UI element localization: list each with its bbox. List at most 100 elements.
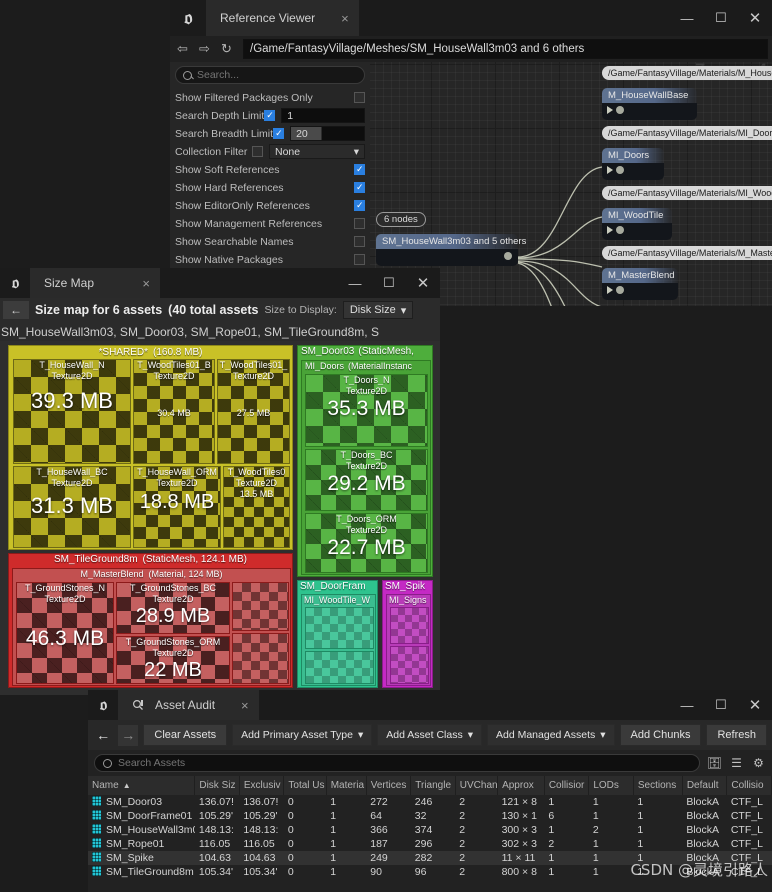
- add-asset-class-dropdown[interactable]: Add Asset Class ▾: [377, 724, 482, 746]
- checkbox-show-native-packages[interactable]: [354, 254, 365, 265]
- minimize-button[interactable]: —: [670, 0, 704, 36]
- treemap-item[interactable]: T_Doors_N Texture2D 35.3 MB: [305, 374, 428, 447]
- checkbox-show-hard-references[interactable]: [354, 181, 365, 193]
- option-show-management-references[interactable]: Show Management References: [175, 215, 365, 232]
- checkbox-collection-filter[interactable]: [252, 146, 263, 157]
- option-collection-filter[interactable]: Collection Filter None ▾: [175, 143, 365, 160]
- option-show-hard-references[interactable]: Show Hard References: [175, 179, 365, 196]
- column-header-uvchannels[interactable]: UVChan: [455, 776, 499, 795]
- treemap-group-sm-tileground8m[interactable]: SM_TileGround8m (StaticMesh, 124.1 MB) M…: [8, 553, 293, 688]
- column-header-lods[interactable]: LODs: [588, 776, 634, 795]
- checkbox-show-management-references[interactable]: [354, 218, 365, 229]
- tab-asset-audit[interactable]: Asset Audit ×: [118, 690, 259, 720]
- treemap-item[interactable]: T_GroundStones_BC Texture2D 28.9 MB: [116, 582, 230, 634]
- folder-icon[interactable]: 🗄: [707, 756, 722, 770]
- search-assets-wrapper[interactable]: [94, 754, 700, 772]
- treemap-item[interactable]: [232, 582, 289, 631]
- graph-node-mi-doors[interactable]: MI_Doors: [602, 148, 664, 180]
- treemap-item[interactable]: T_Doors_BC Texture2D 29.2 MB: [305, 449, 428, 511]
- treemap-item[interactable]: T_WoodTiles01_ Texture2D 27.5 MB: [217, 359, 290, 464]
- option-show-filtered-packages-only[interactable]: Show Filtered Packages Only: [175, 89, 365, 106]
- minimize-button[interactable]: —: [338, 265, 372, 301]
- treemap-subgroup-m-masterblend[interactable]: M_MasterBlend (Material, 124 MB) T_Groun…: [12, 568, 291, 686]
- refresh-button[interactable]: Refresh: [706, 724, 767, 746]
- column-header-disk-size[interactable]: Disk Siz: [194, 776, 240, 795]
- column-header-collision-complexity[interactable]: Collisio: [726, 776, 772, 795]
- maximize-button[interactable]: ☐: [704, 687, 738, 723]
- treemap-group-shared[interactable]: *SHARED* (160.8 MB) T_HouseWall_N Textur…: [8, 345, 293, 550]
- option-search-depth-limit[interactable]: Search Depth Limit 1: [175, 107, 365, 124]
- option-show-searchable-names[interactable]: Show Searchable Names: [175, 233, 365, 250]
- close-button[interactable]: ✕: [738, 0, 772, 36]
- back-arrow-icon[interactable]: ←: [93, 725, 113, 746]
- option-search-breadth-limit[interactable]: Search Breadth Limit 20: [175, 125, 365, 142]
- treemap-subgroup-mi-doors[interactable]: MI_Doors (MaterialInstanc T_Doors_N Text…: [301, 360, 431, 575]
- option-show-soft-references[interactable]: Show Soft References: [175, 161, 365, 178]
- close-icon[interactable]: ×: [225, 698, 249, 713]
- tab-reference-viewer[interactable]: Reference Viewer ×: [206, 0, 359, 36]
- column-header-approx-size[interactable]: Approx: [497, 776, 545, 795]
- back-arrow-icon[interactable]: ←: [3, 301, 29, 319]
- close-button[interactable]: ✕: [738, 687, 772, 723]
- table-row[interactable]: SM_Door03 136.07! 136.07! 0 1 272 246 2 121 × 81…: [88, 795, 772, 809]
- search-depth-limit-field[interactable]: 1: [281, 108, 365, 123]
- treemap-item[interactable]: [232, 633, 289, 684]
- input-pin[interactable]: [607, 166, 624, 174]
- treemap-item[interactable]: T_WoodTiles01_B Texture2D 30.4 MB: [133, 359, 215, 464]
- column-header-materials[interactable]: Materia: [326, 776, 367, 795]
- forward-arrow-icon[interactable]: →: [118, 724, 139, 746]
- close-button[interactable]: ✕: [406, 265, 440, 301]
- column-header-default[interactable]: Default: [682, 776, 728, 795]
- treemap-item[interactable]: [390, 607, 429, 644]
- gear-icon[interactable]: ⚙: [751, 756, 766, 770]
- back-icon[interactable]: ⇦: [174, 41, 191, 58]
- treemap-item[interactable]: T_WoodTiles0 Texture2D 13.5 MB: [223, 466, 290, 548]
- graph-node-m-masterblend[interactable]: M_MasterBlend: [602, 268, 678, 300]
- output-pin[interactable]: [504, 252, 512, 260]
- refresh-icon[interactable]: ↻: [218, 41, 235, 58]
- checkbox-show-editoronly-references[interactable]: [354, 199, 365, 211]
- column-header-exclusive[interactable]: Exclusiv: [239, 776, 285, 795]
- column-header-vertices[interactable]: Vertices: [366, 776, 412, 795]
- option-show-native-packages[interactable]: Show Native Packages: [175, 251, 365, 268]
- table-row[interactable]: SM_DoorFrame01 105.29' 105.29' 0 1 64 32 2 130 ×…: [88, 809, 772, 823]
- treemap-item[interactable]: T_HouseWall_BC Texture2D 31.3 MB: [13, 466, 131, 548]
- treemap-item[interactable]: [390, 646, 429, 684]
- search-input[interactable]: [197, 69, 357, 81]
- maximize-button[interactable]: ☐: [372, 265, 406, 301]
- asset-path-field[interactable]: /Game/FantasyVillage/Meshes/SM_HouseWall…: [243, 39, 768, 59]
- close-icon[interactable]: ×: [325, 11, 349, 26]
- minimize-button[interactable]: —: [670, 687, 704, 723]
- add-chunks-button[interactable]: Add Chunks: [619, 724, 702, 746]
- treemap-subgroup-mi-signs[interactable]: MI_Signs: [386, 594, 431, 686]
- search-input-wrapper[interactable]: [175, 66, 365, 84]
- clear-assets-button[interactable]: Clear Assets: [143, 724, 228, 746]
- search-assets-input[interactable]: [118, 757, 691, 769]
- collection-filter-dropdown[interactable]: None ▾: [269, 144, 365, 159]
- table-row[interactable]: SM_TileGround8m 105.34' 105.34' 0 1 90 96 2 800 …: [88, 865, 772, 879]
- graph-node-root[interactable]: SM_HouseWall3m03 and 5 others: [376, 234, 526, 266]
- input-pin[interactable]: [607, 226, 624, 234]
- column-header-sections[interactable]: Sections: [633, 776, 683, 795]
- column-header-total-usage[interactable]: Total Us: [283, 776, 327, 795]
- column-header-name[interactable]: Name ▲: [88, 776, 196, 795]
- size-to-display-dropdown[interactable]: Disk Size ▾: [342, 301, 414, 319]
- graph-node-mi-woodtile[interactable]: MI_WoodTile: [602, 208, 672, 240]
- table-row[interactable]: SM_Spike 104.63 104.63 0 1 249 282 2 11 × 11 1 1 1 B…: [88, 851, 772, 865]
- treemap-item[interactable]: T_Doors_ORM Texture2D 22.7 MB: [305, 513, 428, 573]
- checkbox-search-breadth-limit[interactable]: [273, 127, 285, 139]
- table-row[interactable]: SM_Rope01 116.05 116.05 0 1 187 296 2 302 × 3211…: [88, 837, 772, 851]
- treemap-item[interactable]: [305, 607, 374, 649]
- column-header-collision[interactable]: Collisior: [544, 776, 590, 795]
- close-icon[interactable]: ×: [126, 276, 150, 291]
- add-primary-asset-type-dropdown[interactable]: Add Primary Asset Type ▾: [232, 724, 373, 746]
- forward-icon[interactable]: ⇨: [196, 41, 213, 58]
- treemap-item[interactable]: T_GroundStones_N Texture2D 46.3 MB: [16, 582, 114, 684]
- maximize-button[interactable]: ☐: [704, 0, 738, 36]
- checkbox-show-filtered-packages-only[interactable]: [354, 92, 365, 103]
- option-show-editoronly-references[interactable]: Show EditorOnly References: [175, 197, 365, 214]
- treemap-group-sm-door03[interactable]: SM_Door03 (StaticMesh, MI_Doors (Materia…: [297, 345, 433, 577]
- treemap-item[interactable]: T_GroundStones_ORM Texture2D 22 MB: [116, 636, 230, 684]
- treemap-group-sm-doorframe[interactable]: SM_DoorFram MI_WoodTile_W: [297, 580, 378, 688]
- tab-size-map[interactable]: Size Map ×: [30, 268, 160, 298]
